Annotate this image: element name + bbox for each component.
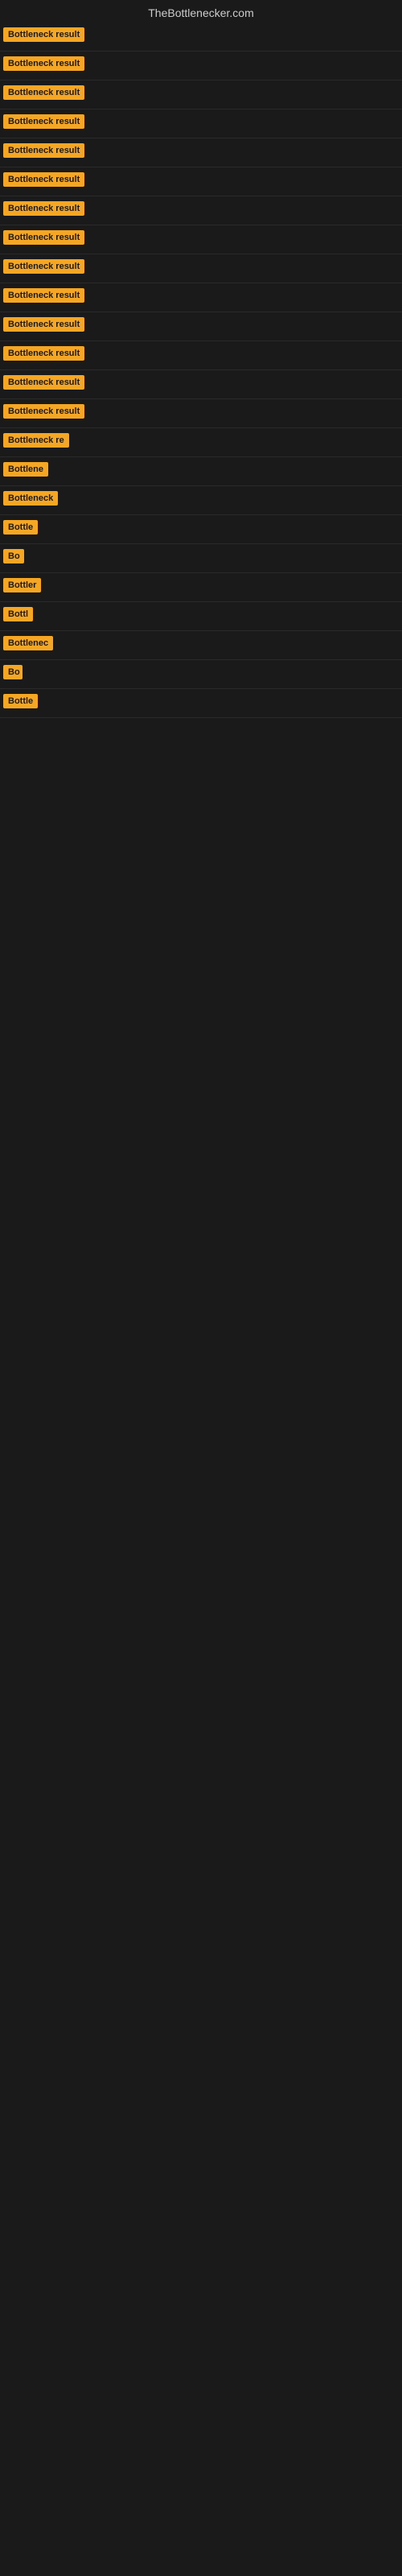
bottleneck-result-badge[interactable]: Bottleneck re xyxy=(3,433,69,448)
bottleneck-result-badge[interactable]: Bottleneck xyxy=(3,491,58,506)
bottleneck-result-badge[interactable]: Bottleneck result xyxy=(3,27,84,42)
list-item: Bottleneck result xyxy=(0,341,402,370)
bottleneck-result-badge[interactable]: Bottleneck result xyxy=(3,143,84,158)
list-item: Bottleneck result xyxy=(0,254,402,283)
list-item: Bottleneck result xyxy=(0,312,402,341)
list-item: Bottlene xyxy=(0,457,402,486)
bottleneck-result-badge[interactable]: Bottleneck result xyxy=(3,172,84,187)
list-item: Bottleneck result xyxy=(0,225,402,254)
bottleneck-result-badge[interactable]: Bottleneck result xyxy=(3,56,84,71)
bottleneck-result-badge[interactable]: Bottleneck result xyxy=(3,346,84,361)
bottleneck-result-badge[interactable]: Bottleneck result xyxy=(3,375,84,390)
bottleneck-result-badge[interactable]: Bottleneck result xyxy=(3,85,84,100)
list-item: Bottle xyxy=(0,689,402,718)
bottleneck-result-badge[interactable]: Bottl xyxy=(3,607,33,621)
bottleneck-result-badge[interactable]: Bottle xyxy=(3,520,38,535)
list-item: Bottleneck xyxy=(0,486,402,515)
list-item: Bottler xyxy=(0,573,402,602)
bottleneck-result-badge[interactable]: Bottleneck result xyxy=(3,404,84,419)
list-item: Bo xyxy=(0,660,402,689)
bottleneck-result-badge[interactable]: Bottle xyxy=(3,694,38,708)
list-item: Bottleneck result xyxy=(0,283,402,312)
site-title: TheBottlenecker.com xyxy=(0,0,402,23)
list-item: Bottl xyxy=(0,602,402,631)
list-item: Bottleneck result xyxy=(0,167,402,196)
bottleneck-result-badge[interactable]: Bottleneck result xyxy=(3,259,84,274)
bottleneck-result-badge[interactable]: Bottlene xyxy=(3,462,48,477)
results-container: Bottleneck result Bottleneck result Bottle… xyxy=(0,23,402,718)
list-item: Bottlenec xyxy=(0,631,402,660)
list-item: Bottleneck result xyxy=(0,196,402,225)
list-item: Bottleneck result xyxy=(0,138,402,167)
list-item: Bottleneck result xyxy=(0,80,402,109)
list-item: Bottle xyxy=(0,515,402,544)
bottleneck-result-badge[interactable]: Bottleneck result xyxy=(3,230,84,245)
list-item: Bo xyxy=(0,544,402,573)
bottleneck-result-badge[interactable]: Bottleneck result xyxy=(3,288,84,303)
list-item: Bottleneck result xyxy=(0,23,402,52)
bottleneck-result-badge[interactable]: Bottleneck result xyxy=(3,201,84,216)
bottleneck-result-badge[interactable]: Bottleneck result xyxy=(3,317,84,332)
bottleneck-result-badge[interactable]: Bottleneck result xyxy=(3,114,84,129)
bottleneck-result-badge[interactable]: Bottlenec xyxy=(3,636,53,650)
list-item: Bottleneck result xyxy=(0,399,402,428)
bottleneck-result-badge[interactable]: Bo xyxy=(3,549,24,564)
list-item: Bottleneck re xyxy=(0,428,402,457)
list-item: Bottleneck result xyxy=(0,52,402,80)
list-item: Bottleneck result xyxy=(0,109,402,138)
list-item: Bottleneck result xyxy=(0,370,402,399)
bottleneck-result-badge[interactable]: Bottler xyxy=(3,578,41,592)
bottleneck-result-badge[interactable]: Bo xyxy=(3,665,23,679)
